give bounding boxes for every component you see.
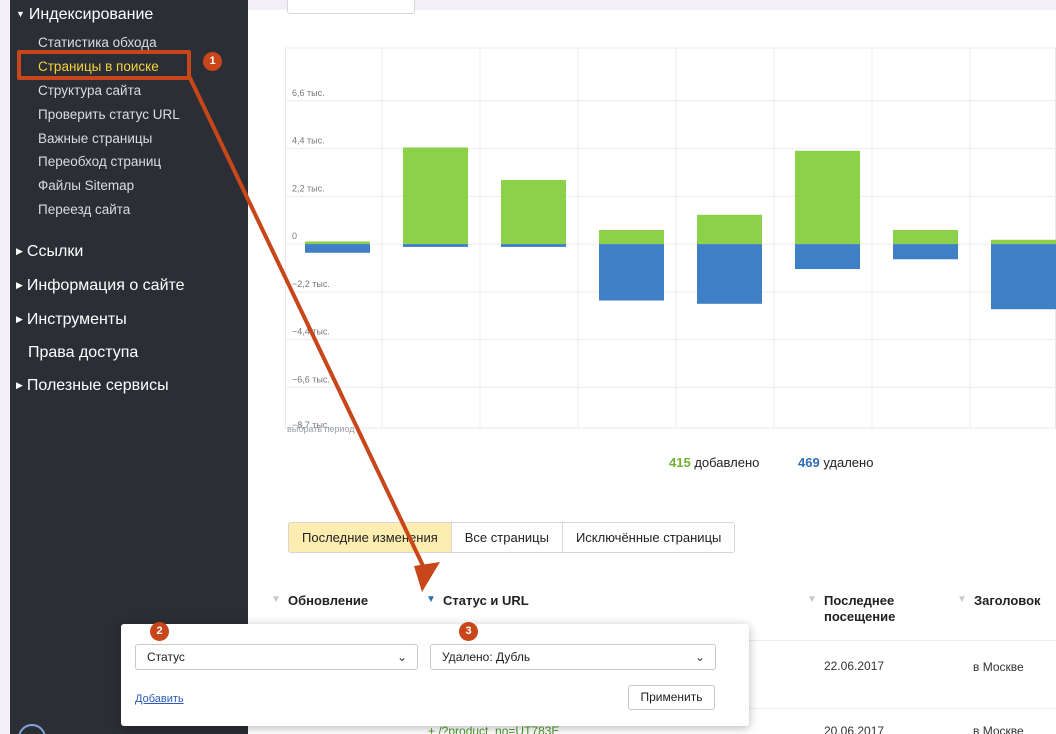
bar-removed (403, 244, 468, 247)
sidebar-item-pages-in-search[interactable]: Страницы в поиске (38, 59, 159, 74)
step-marker-2: 2 (150, 622, 169, 641)
chevron-down-icon: ⌄ (396, 650, 407, 664)
bar-added (697, 214, 762, 245)
pages-tabs: Последние изменения Все страницы Исключё… (288, 522, 736, 553)
bar-added (501, 180, 566, 245)
active-filter-icon[interactable]: ▼ (426, 594, 436, 605)
filter-popup: Статус ⌄ Удалено: Дубль ⌄ Добавить Приме… (121, 624, 749, 726)
row-1-title: в Москве (973, 660, 1024, 674)
legend-removed-label: удалено (823, 455, 874, 470)
sidebar-item-site-structure[interactable]: Структура сайта (38, 83, 141, 98)
sidebar-item-sitemap[interactable]: Файлы Sitemap (38, 178, 134, 193)
bar-added (893, 229, 958, 245)
collapsed-triangle-icon: ▶ (16, 314, 23, 324)
sidebar-section-links[interactable]: ▶ Ссылки (16, 243, 83, 261)
legend-removed: 469 удалено (798, 455, 873, 470)
page-background-strip (0, 0, 10, 734)
bar-removed (697, 244, 762, 304)
column-header-status-url[interactable]: Статус и URL (443, 593, 529, 609)
tab-all-pages[interactable]: Все страницы (451, 523, 563, 552)
sidebar-section-access[interactable]: Права доступа (28, 344, 138, 362)
row-1-date: 22.06.2017 (824, 659, 885, 673)
bar-added (991, 239, 1056, 245)
sidebar-item-important-pages[interactable]: Важные страницы (38, 131, 152, 146)
filter-status-select[interactable]: Удалено: Дубль ⌄ (430, 644, 716, 670)
sidebar-section-services[interactable]: ▶ Полезные сервисы (16, 377, 169, 395)
collapsed-triangle-icon: ▶ (16, 380, 23, 390)
bar-removed (991, 244, 1056, 310)
apply-button[interactable]: Применить (628, 685, 715, 710)
y-tick-label: 6,6 тыс. (292, 88, 325, 98)
add-filter-link[interactable]: Добавить (135, 693, 184, 705)
arrow-head (414, 562, 440, 592)
bar-added (403, 147, 468, 245)
sidebar-section-indexing[interactable]: ▼ Индексирование (16, 6, 153, 24)
bar-removed (501, 244, 566, 247)
bar-added (305, 241, 370, 245)
y-tick-label: −6,6 тыс. (292, 374, 330, 384)
row-2-title: в Москве (973, 724, 1024, 734)
y-tick-label: −2,2 тыс. (292, 279, 330, 289)
bar-removed (795, 244, 860, 270)
tab-excluded-pages[interactable]: Исключённые страницы (562, 523, 735, 552)
bar-removed (893, 244, 958, 260)
column-header-update[interactable]: Обновление (288, 593, 368, 609)
y-tick-label: −4,4 тыс. (292, 327, 330, 337)
bar-added (599, 229, 664, 245)
sidebar-item-site-move[interactable]: Переезд сайта (38, 202, 130, 217)
filter-field-select[interactable]: Статус ⌄ (135, 644, 418, 670)
y-tick-label: 4,4 тыс. (292, 136, 325, 146)
column-header-title[interactable]: Заголовок (974, 593, 1041, 609)
sidebar-item-check-url[interactable]: Проверить статус URL (38, 107, 180, 122)
tab-recent-changes[interactable]: Последние изменения (289, 523, 452, 552)
sidebar-section-site-info[interactable]: ▶ Информация о сайте (16, 277, 185, 295)
collapsed-triangle-icon: ▶ (16, 246, 23, 256)
bar-added (795, 150, 860, 245)
bar-removed (599, 244, 664, 301)
chevron-down-icon: ⌄ (694, 650, 705, 664)
pages-change-chart: 6,6 тыс. 4,4 тыс. 2,2 тыс. 0 −2,2 тыс. −4,4 т… (285, 47, 1056, 430)
sidebar-item-crawl-stats[interactable]: Статистика обхода (38, 35, 157, 50)
column-header-last-visit[interactable]: Последнее посещение (824, 593, 895, 625)
step-marker-3: 3 (459, 622, 478, 641)
filter-icon[interactable]: ▼ (271, 594, 281, 605)
legend-added: 415 добавлено (669, 455, 759, 470)
legend-removed-count: 469 (798, 455, 820, 470)
step-marker-1: 1 (203, 52, 222, 71)
legend-added-count: 415 (669, 455, 691, 470)
sidebar-section-tools[interactable]: ▶ Инструменты (16, 311, 127, 329)
filter-icon[interactable]: ▼ (807, 594, 817, 605)
sidebar-item-recrawl[interactable]: Переобход страниц (38, 154, 161, 169)
collapsed-triangle-icon: ▶ (16, 280, 23, 290)
y-tick-label: 0 (292, 231, 297, 241)
expanded-triangle-icon: ▼ (16, 9, 25, 19)
row-2-date: 20.06.2017 (824, 724, 885, 734)
filter-icon[interactable]: ▼ (957, 594, 967, 605)
legend-added-label: добавлено (694, 455, 760, 470)
period-select-button[interactable] (287, 0, 415, 14)
bar-removed (305, 244, 370, 253)
y-tick-label: 2,2 тыс. (292, 183, 325, 193)
choose-period-link[interactable]: выбрать период (287, 424, 355, 434)
